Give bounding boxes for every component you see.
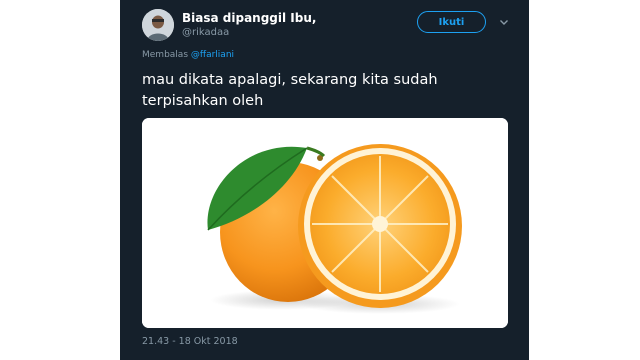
tweet-text: mau dikata apalagi, sekarang kita sudah … [142,72,438,109]
reply-mention-link[interactable]: @ffarliani [191,50,234,60]
author-name[interactable]: Biasa dipanggil Ibu, [182,11,316,25]
tweet-timestamp[interactable]: 21.43 - 18 Okt 2018 [142,336,238,347]
avatar[interactable] [142,9,174,41]
author-handle[interactable]: @rikadaa [182,27,229,38]
tweet-card: Biasa dipanggil Ibu, @rikadaa Ikuti Memb… [120,0,529,360]
reply-context: Membalas @ffarliani [142,50,234,60]
orange-photo [142,118,508,328]
avatar-image [142,9,174,41]
follow-button[interactable]: Ikuti [417,11,486,33]
reply-prefix: Membalas [142,50,189,60]
chevron-down-icon[interactable] [498,16,510,28]
tweet-media-image[interactable] [142,118,508,328]
